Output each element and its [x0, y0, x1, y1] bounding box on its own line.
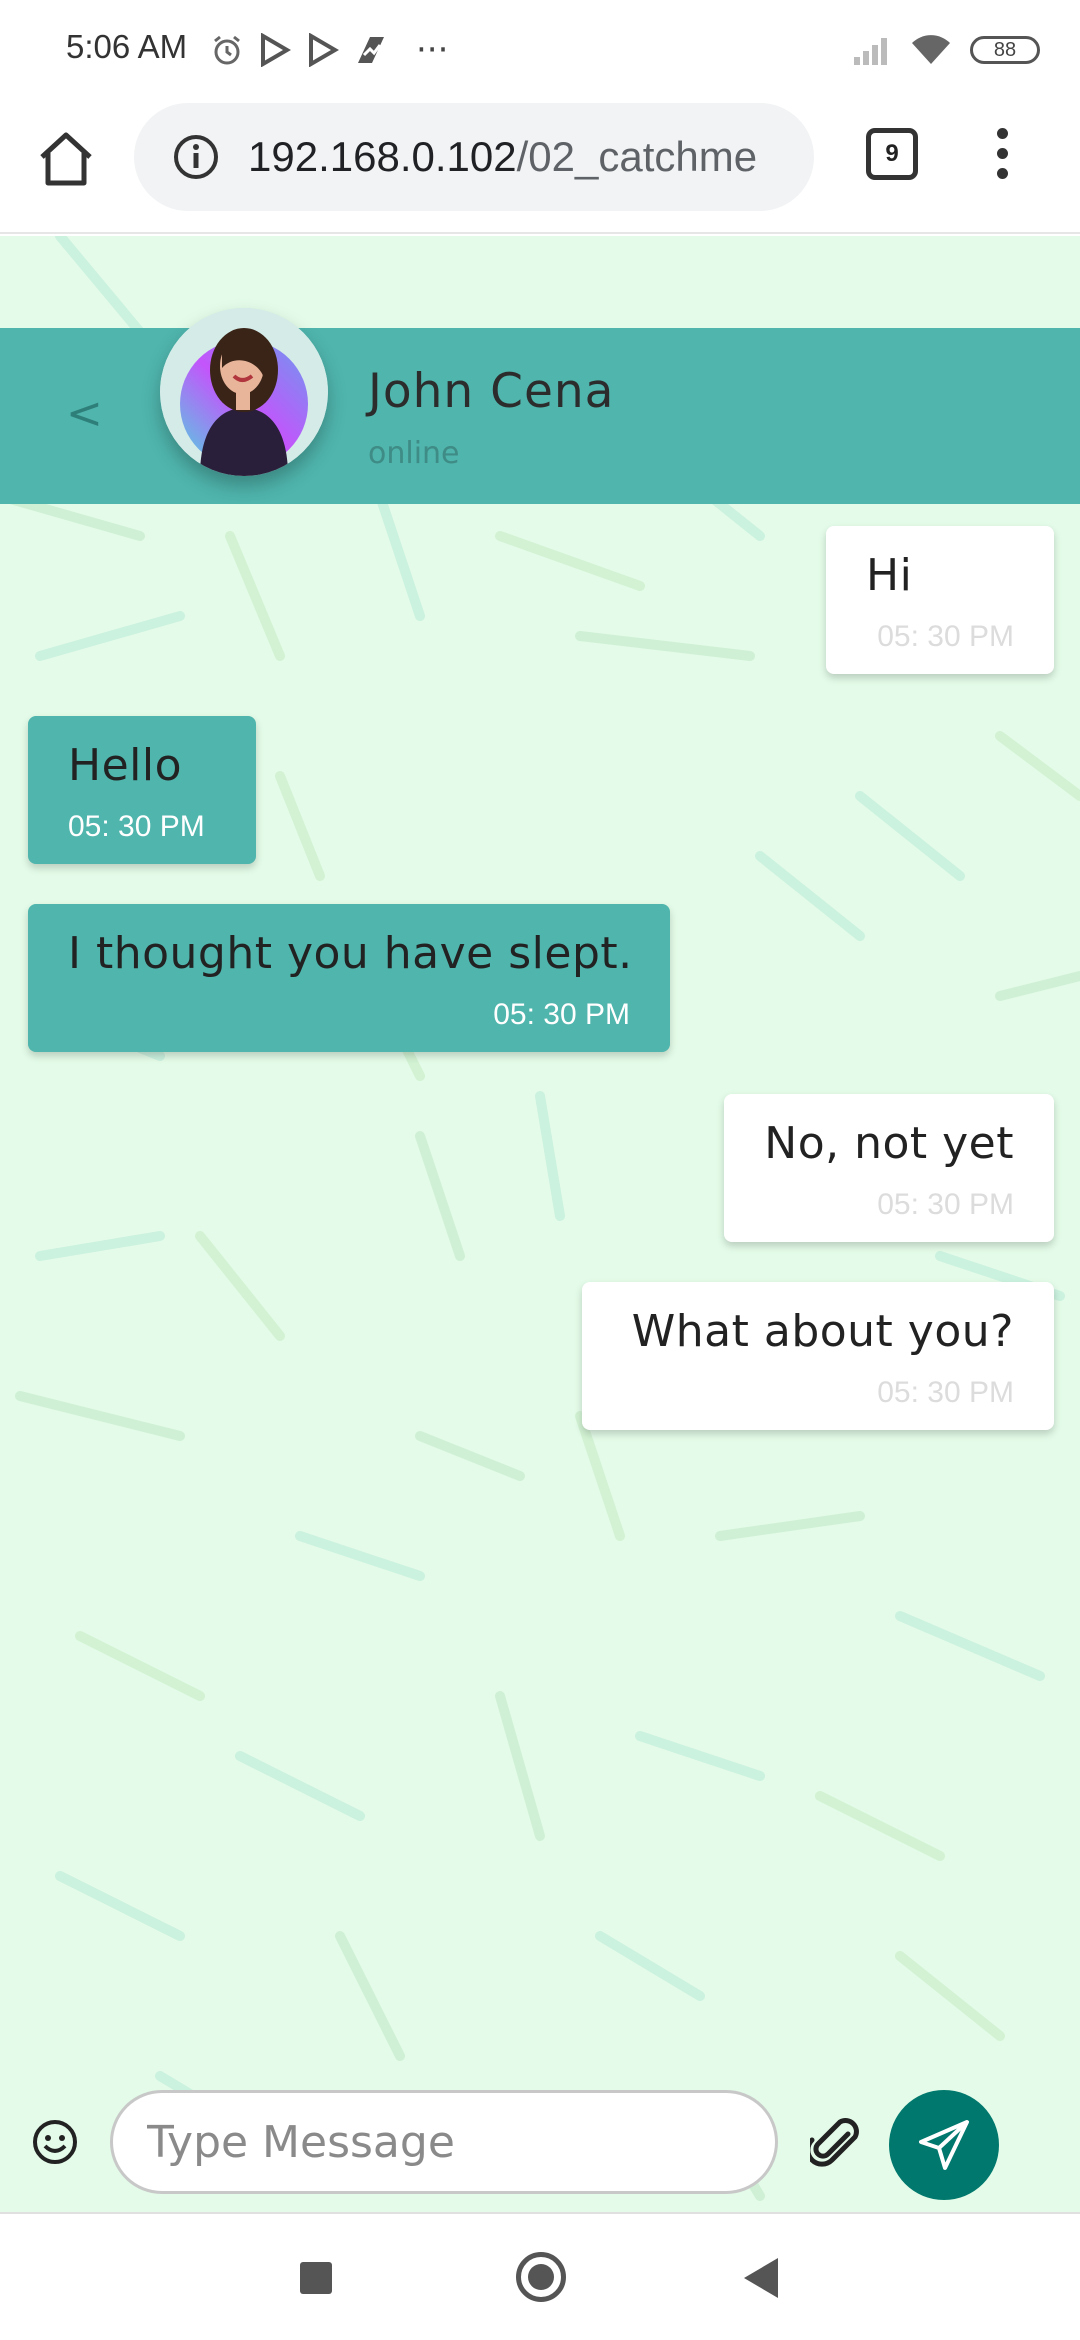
battery-icon: 88	[970, 36, 1040, 64]
flow-icon	[358, 37, 384, 63]
chat-page: < John Cena online Hi 05: 30 PM Hello 05…	[0, 236, 1080, 2212]
send-icon	[919, 2120, 969, 2170]
home-icon[interactable]	[34, 127, 98, 191]
message-bubble-outgoing[interactable]: Hi 05: 30 PM	[826, 526, 1054, 674]
message-bubble-incoming[interactable]: Hello 05: 30 PM	[28, 716, 256, 864]
back-nav-button[interactable]	[744, 2258, 778, 2298]
message-text: No, not yet	[764, 1118, 1014, 1169]
system-navigation-bar	[0, 2212, 1080, 2340]
battery-level: 88	[993, 38, 1017, 61]
message-input[interactable]	[110, 2090, 778, 2194]
status-bar: 5:06 AM ··· 88	[0, 0, 1080, 100]
contact-name[interactable]: John Cena	[368, 364, 614, 419]
send-button[interactable]	[889, 2090, 999, 2200]
contact-status: online	[368, 436, 460, 471]
play-icon	[309, 33, 339, 67]
alarm-icon	[214, 35, 240, 65]
signal-icon	[854, 38, 887, 65]
tab-count: 9	[885, 140, 899, 167]
message-time: 05: 30 PM	[877, 620, 1014, 653]
emoji-icon[interactable]	[32, 2119, 78, 2165]
recents-button[interactable]	[300, 2262, 332, 2294]
back-button[interactable]: <	[66, 388, 103, 439]
message-bubble-outgoing[interactable]: What about you? 05: 30 PM	[582, 1282, 1054, 1430]
message-time: 05: 30 PM	[877, 1188, 1014, 1221]
message-bubble-outgoing[interactable]: No, not yet 05: 30 PM	[724, 1094, 1054, 1242]
message-time: 05: 30 PM	[68, 810, 205, 843]
url-text[interactable]: 192.168.0.102/02_catchme	[248, 133, 808, 181]
address-bar[interactable]: 192.168.0.102/02_catchme	[134, 103, 814, 211]
info-icon[interactable]	[172, 133, 220, 181]
tab-switcher-button[interactable]: 9	[866, 128, 918, 180]
play-icon	[261, 33, 291, 67]
message-text: Hello	[68, 740, 183, 791]
more-menu-icon[interactable]	[990, 128, 1014, 188]
chat-header: < John Cena online	[0, 308, 1080, 504]
status-notification-icons: ···	[210, 30, 448, 70]
message-text: Hi	[866, 550, 913, 601]
status-time: 5:06 AM	[66, 28, 188, 65]
status-system-icons: 88	[852, 30, 1040, 70]
home-button[interactable]	[516, 2252, 566, 2302]
more-notifications: ···	[416, 30, 449, 70]
message-time: 05: 30 PM	[877, 1376, 1014, 1409]
avatar-image	[160, 308, 328, 476]
message-composer	[0, 2090, 1080, 2212]
url-path: /02_catchme	[516, 133, 758, 180]
paperclip-icon[interactable]	[810, 2114, 860, 2170]
wifi-icon	[912, 35, 950, 64]
contact-avatar[interactable]	[160, 308, 328, 476]
message-bubble-incoming[interactable]: I thought you have slept. 05: 30 PM	[28, 904, 670, 1052]
message-time: 05: 30 PM	[493, 998, 630, 1031]
message-text: What about you?	[631, 1306, 1014, 1357]
browser-toolbar: 192.168.0.102/02_catchme 9	[0, 100, 1080, 234]
message-text: I thought you have slept.	[68, 928, 633, 979]
url-host: 192.168.0.102	[248, 133, 517, 180]
